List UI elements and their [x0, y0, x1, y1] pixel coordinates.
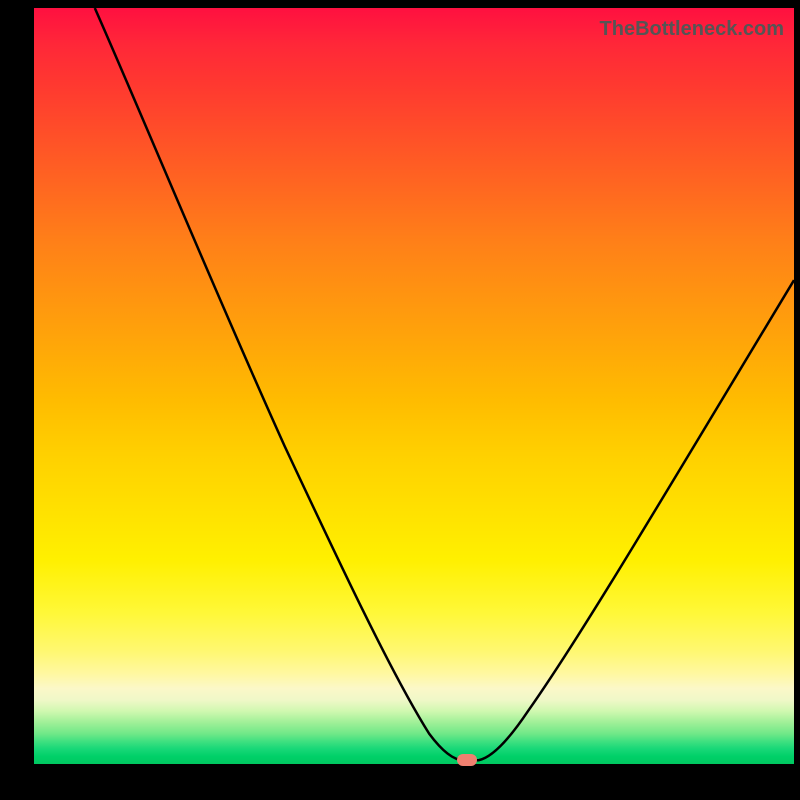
- chart-plot-area: TheBottleneck.com: [34, 8, 794, 764]
- optimal-point-marker: [457, 754, 477, 766]
- watermark-text: TheBottleneck.com: [600, 18, 784, 41]
- bottleneck-curve-line: [95, 8, 794, 760]
- bottleneck-curve-svg: [34, 8, 794, 764]
